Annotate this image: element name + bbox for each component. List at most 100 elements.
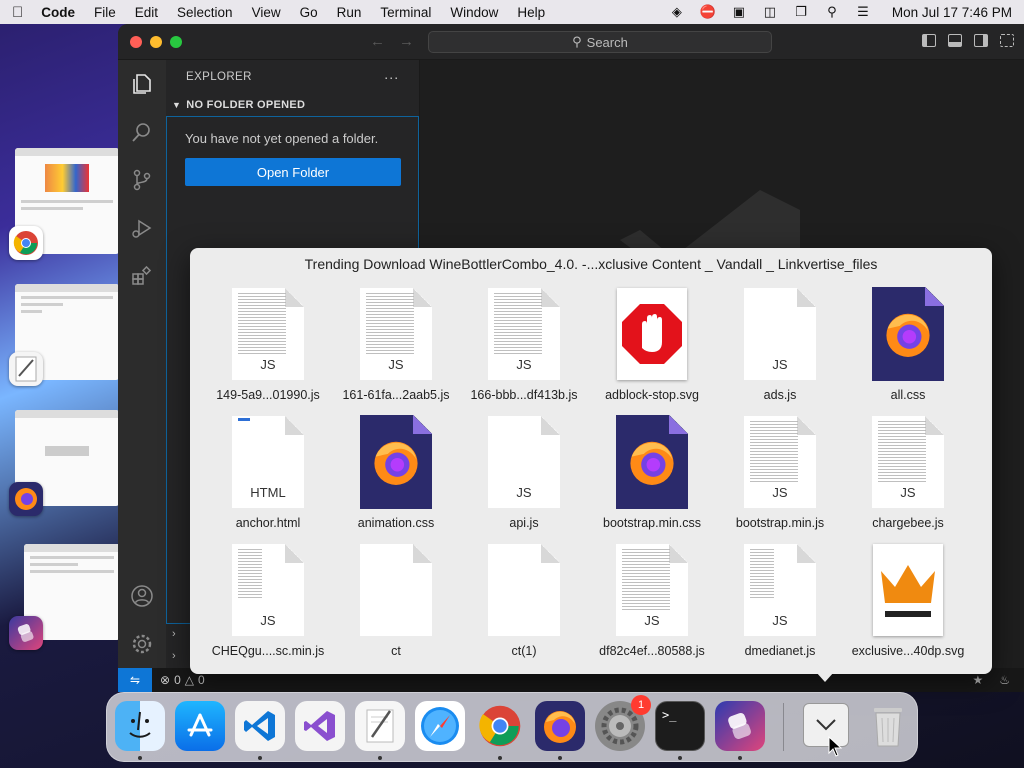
- file-name-label: bootstrap.min.css: [603, 516, 701, 530]
- control-center-icon[interactable]: ☰: [855, 4, 871, 19]
- collapsed-section-chevron-icon[interactable]: ›: [172, 628, 176, 640]
- trash-icon[interactable]: [863, 701, 913, 751]
- problems-indicator[interactable]: ⊗ 0 △ 0: [160, 673, 205, 687]
- stack-file-item[interactable]: JS 166-bbb...df413b.js: [460, 284, 588, 412]
- window-switch-icon[interactable]: ◫: [762, 4, 778, 19]
- close-window-button[interactable]: [130, 35, 142, 48]
- vscode-icon[interactable]: [235, 701, 285, 751]
- back-arrow-icon[interactable]: ←: [370, 33, 385, 50]
- apple-icon[interactable]: : [12, 4, 23, 21]
- extensions-icon[interactable]: [130, 264, 154, 288]
- toggle-panel-icon[interactable]: [948, 34, 962, 47]
- remote-icon[interactable]: ⇋: [118, 668, 152, 692]
- stack-file-item[interactable]: JS api.js: [460, 412, 588, 540]
- menubar-clock[interactable]: Mon Jul 17 7:46 PM: [892, 5, 1012, 20]
- run-debug-icon[interactable]: [130, 216, 154, 240]
- stage-manager-strip: [0, 24, 120, 768]
- stack-file-item[interactable]: HTML anchor.html: [204, 412, 332, 540]
- menu-run[interactable]: Run: [337, 5, 362, 20]
- toggle-primary-sidebar-icon[interactable]: [922, 34, 936, 47]
- file-ext-label: JS: [772, 613, 788, 628]
- search-view-icon[interactable]: [130, 120, 154, 144]
- menu-file[interactable]: File: [94, 5, 116, 20]
- chevron-down-icon: ▼: [172, 100, 182, 110]
- shortcuts-icon[interactable]: [9, 616, 43, 650]
- file-name-label: ct: [391, 644, 401, 658]
- stack-file-item[interactable]: JS bootstrap.min.js: [716, 412, 844, 540]
- source-control-icon[interactable]: [130, 168, 154, 192]
- accessibility-icon[interactable]: ★: [972, 673, 983, 687]
- command-center-search[interactable]: ⚲ Search: [428, 31, 772, 53]
- menu-window[interactable]: Window: [450, 5, 498, 20]
- no-folder-section-header[interactable]: ▼ NO FOLDER OPENED: [166, 94, 419, 116]
- toggle-secondary-sidebar-icon[interactable]: [974, 34, 988, 47]
- stack-file-item[interactable]: ct: [332, 540, 460, 668]
- textedit-dock-icon[interactable]: [355, 701, 405, 751]
- safari-icon[interactable]: [415, 701, 465, 751]
- accounts-icon[interactable]: [130, 584, 154, 608]
- file-grid: JS 149-5a9...01990.js JS 161-61fa...2aab5.j…: [204, 284, 972, 668]
- stack-file-item[interactable]: JS chargebee.js: [844, 412, 972, 540]
- stack-file-item[interactable]: JS 161-61fa...2aab5.js: [332, 284, 460, 412]
- menu-edit[interactable]: Edit: [135, 5, 158, 20]
- spotlight-search-icon[interactable]: ⚲: [824, 4, 840, 19]
- stack-file-item[interactable]: JS CHEQgu....sc.min.js: [204, 540, 332, 668]
- chrome-dock-icon[interactable]: [475, 701, 525, 751]
- file-icon: JS: [476, 284, 572, 384]
- zoom-window-button[interactable]: [170, 35, 182, 48]
- menu-view[interactable]: View: [252, 5, 281, 20]
- file-name-label: ads.js: [763, 388, 797, 402]
- downloads-stack-grid: Trending Download WineBottlerCombo_4.0. …: [190, 248, 992, 674]
- forward-arrow-icon[interactable]: →: [399, 33, 414, 50]
- open-folder-button[interactable]: Open Folder: [185, 158, 401, 186]
- app-store-icon[interactable]: [175, 701, 225, 751]
- shortcuts-dock-icon[interactable]: [715, 701, 765, 751]
- file-icon: JS: [220, 284, 316, 384]
- firefox-icon[interactable]: [9, 482, 43, 516]
- stack-file-item[interactable]: animation.css: [332, 412, 460, 540]
- file-ext-label: JS: [644, 613, 660, 628]
- stack-file-item[interactable]: bootstrap.min.css: [588, 412, 716, 540]
- stack-file-item[interactable]: exclusive...40dp.svg: [844, 540, 972, 668]
- stack-file-item[interactable]: JS 149-5a9...01990.js: [204, 284, 332, 412]
- minimize-window-button[interactable]: [150, 35, 162, 48]
- menu-go[interactable]: Go: [300, 5, 318, 20]
- terminal-icon[interactable]: >_: [655, 701, 705, 751]
- stack-file-item[interactable]: JS ads.js: [716, 284, 844, 412]
- file-icon: [860, 284, 956, 384]
- finder-icon[interactable]: [115, 701, 165, 751]
- menu-selection[interactable]: Selection: [177, 5, 233, 20]
- mouse-cursor-icon: [828, 736, 843, 757]
- file-icon: [348, 540, 444, 640]
- system-settings-icon[interactable]: 1: [595, 695, 651, 751]
- explorer-files-icon[interactable]: [130, 72, 154, 96]
- menu-terminal[interactable]: Terminal: [380, 5, 431, 20]
- chrome-icon[interactable]: [9, 226, 43, 260]
- file-ext-label: JS: [772, 485, 788, 500]
- customize-layout-icon[interactable]: [1000, 34, 1014, 47]
- briefcase-icon[interactable]: ▣: [731, 4, 747, 19]
- search-icon: ⚲: [572, 34, 582, 49]
- stack-file-item[interactable]: JS df82c4ef...80588.js: [588, 540, 716, 668]
- stack-file-item[interactable]: ct(1): [460, 540, 588, 668]
- notifications-bell-icon[interactable]: ♨: [999, 673, 1010, 687]
- file-name-label: adblock-stop.svg: [605, 388, 699, 402]
- file-icon: [476, 540, 572, 640]
- visual-studio-icon[interactable]: [295, 701, 345, 751]
- more-actions-icon[interactable]: ···: [384, 69, 399, 85]
- menu-help[interactable]: Help: [517, 5, 545, 20]
- textedit-icon[interactable]: [9, 352, 43, 386]
- layers-icon[interactable]: ◈: [669, 4, 685, 19]
- manage-gear-icon[interactable]: [130, 632, 154, 656]
- firefox-dock-icon[interactable]: [535, 701, 585, 751]
- stack-file-item[interactable]: adblock-stop.svg: [588, 284, 716, 412]
- stack-file-item[interactable]: all.css: [844, 284, 972, 412]
- screen-mirror-icon[interactable]: ❐: [793, 4, 809, 19]
- vscode-titlebar: ← → ⚲ Search: [118, 24, 1024, 60]
- file-name-label: api.js: [509, 516, 539, 530]
- stack-file-item[interactable]: JS dmedianet.js: [716, 540, 844, 668]
- adblock-status-icon[interactable]: ⛔: [700, 4, 716, 19]
- collapsed-section-chevron-icon[interactable]: ›: [172, 650, 176, 662]
- file-name-label: dmedianet.js: [744, 644, 816, 658]
- menu-app-name[interactable]: Code: [41, 5, 75, 20]
